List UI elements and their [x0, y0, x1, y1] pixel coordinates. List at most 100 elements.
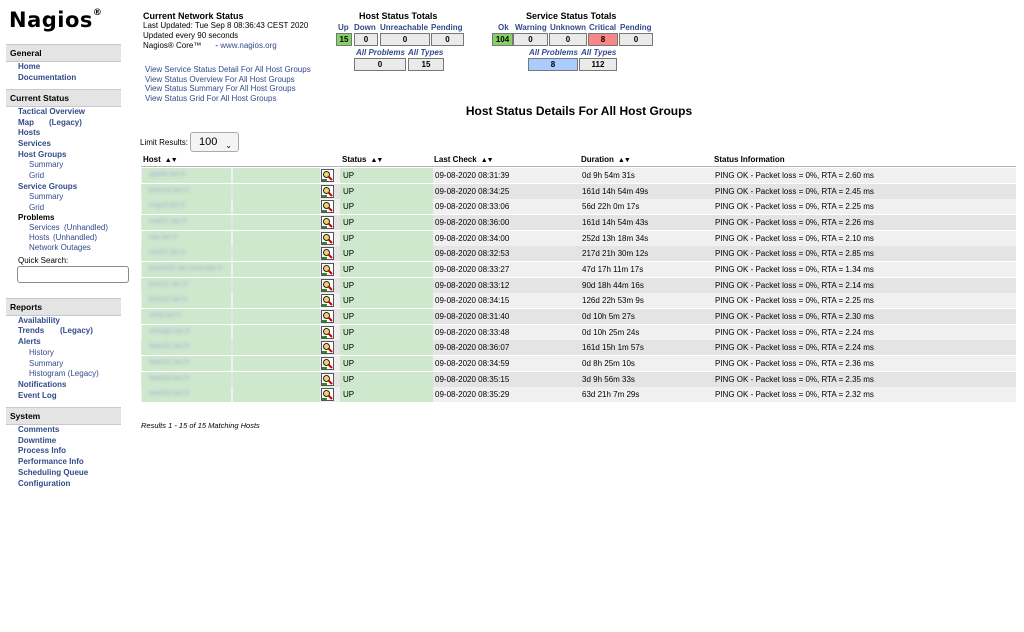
link-service-status-detail[interactable]: View Service Status Detail For All Host … — [145, 65, 311, 75]
view-service-details-icon[interactable] — [321, 184, 334, 198]
view-service-details-icon[interactable] — [321, 169, 334, 182]
host-name[interactable]: www04.lan.fr — [149, 390, 189, 397]
sort-arrows-icon[interactable]: ▲▼ — [618, 157, 631, 164]
svc-hdr-warning[interactable]: Warning — [515, 23, 547, 32]
nagios-org-link[interactable]: www.nagios.org — [220, 41, 276, 50]
host-cell[interactable]: printer01.lan.example.fr — [142, 262, 231, 278]
host-name[interactable]: cisgrd.lan.fr — [149, 202, 185, 209]
svc-hdr-unknown[interactable]: Unknown — [550, 23, 586, 32]
nav-service-groups-summary[interactable]: Summary — [29, 192, 63, 201]
nav-home[interactable]: Home — [18, 62, 40, 71]
view-service-details-icon[interactable] — [321, 357, 334, 371]
link-status-summary[interactable]: View Status Summary For All Host Groups — [145, 84, 311, 94]
host-count-all-types[interactable]: 15 — [408, 58, 444, 71]
nav-problems-hosts[interactable]: Hosts — [29, 233, 49, 242]
view-service-details-icon[interactable] — [321, 372, 334, 386]
host-cell[interactable]: www04.lan.fr — [142, 387, 231, 403]
host-name[interactable]: proxy2.lan.fr — [149, 296, 188, 303]
nav-hosts[interactable]: Hosts — [18, 128, 40, 137]
nav-downtime[interactable]: Downtime — [18, 436, 56, 445]
view-service-details-icon[interactable] — [321, 310, 334, 324]
host-cell[interactable]: cisgrd.lan.fr — [142, 199, 231, 215]
col-header-status[interactable]: Status ▲▼ — [342, 155, 383, 164]
nav-host-groups[interactable]: Host Groups — [18, 150, 66, 159]
view-service-details-icon[interactable] — [321, 325, 334, 339]
host-cell[interactable]: nas01.lan.fr — [142, 246, 231, 262]
view-service-details-icon[interactable] — [321, 341, 334, 355]
host-hdr-all-problems[interactable]: All Problems — [356, 48, 405, 57]
nav-notifications[interactable]: Notifications — [18, 380, 66, 389]
host-name[interactable]: www03.lan.fr — [149, 375, 189, 382]
nav-problems-services-unhandled[interactable]: (Unhandled) — [64, 223, 108, 232]
view-service-details-icon[interactable] — [321, 263, 334, 277]
host-hdr-down[interactable]: Down — [354, 23, 376, 32]
nav-process-info[interactable]: Process Info — [18, 446, 66, 455]
view-service-details-icon[interactable] — [321, 294, 334, 308]
view-service-details-icon[interactable] — [321, 216, 334, 229]
host-cell[interactable]: proxy2.lan.fr — [142, 293, 231, 309]
host-name[interactable]: mail01.lan.fr — [149, 218, 187, 225]
nav-documentation[interactable]: Documentation — [18, 73, 76, 82]
col-header-host[interactable]: Host ▲▼ — [143, 155, 178, 164]
nav-service-groups[interactable]: Service Groups — [18, 182, 77, 191]
nagios-logo[interactable]: Nagios® — [9, 8, 102, 32]
svc-count-pending[interactable]: 0 — [619, 33, 653, 46]
host-cell[interactable]: relay.lan.fr — [142, 309, 231, 325]
sort-arrows-icon[interactable]: ▲▼ — [481, 157, 494, 164]
host-cell[interactable]: mail01.lan.fr — [142, 215, 231, 230]
svc-hdr-all-problems[interactable]: All Problems — [529, 48, 578, 57]
quick-search-input[interactable] — [17, 266, 129, 283]
view-service-details-icon[interactable] — [321, 231, 334, 245]
svc-count-ok[interactable]: 104 — [492, 33, 513, 46]
host-cell[interactable]: storage.lan.fr — [142, 324, 231, 340]
nav-alerts-histogram[interactable]: Histogram (Legacy) — [29, 369, 99, 378]
nav-alerts[interactable]: Alerts — [18, 337, 41, 346]
host-cell[interactable]: apollo.lan.fr — [142, 168, 231, 183]
host-cell[interactable]: www02.lan.fr — [142, 356, 231, 372]
view-service-details-icon[interactable] — [321, 278, 334, 292]
sort-arrows-icon[interactable]: ▲▼ — [165, 157, 178, 164]
host-count-up[interactable]: 15 — [336, 33, 352, 46]
nav-trends[interactable]: Trends — [18, 326, 44, 335]
nav-comments[interactable]: Comments — [18, 425, 59, 434]
col-header-last-check[interactable]: Last Check ▲▼ — [434, 155, 494, 164]
nav-map-legacy[interactable]: (Legacy) — [49, 118, 82, 127]
view-service-details-icon[interactable] — [321, 388, 334, 402]
host-count-all-problems[interactable]: 0 — [354, 58, 406, 71]
host-name[interactable]: apollo.lan.fr — [149, 171, 185, 178]
host-name[interactable]: nas01.lan.fr — [149, 249, 186, 256]
nav-performance-info[interactable]: Performance Info — [18, 457, 84, 466]
host-hdr-all-types[interactable]: All Types — [408, 48, 443, 57]
svc-hdr-pending[interactable]: Pending — [620, 23, 652, 32]
host-name[interactable]: storage.lan.fr — [149, 328, 190, 335]
svc-count-all-types[interactable]: 112 — [579, 58, 617, 71]
host-name[interactable]: www01.lan.fr — [149, 343, 189, 350]
nav-trends-legacy[interactable]: (Legacy) — [60, 326, 93, 335]
nav-problems-services[interactable]: Services — [29, 223, 60, 232]
host-hdr-unreachable[interactable]: Unreachable — [380, 23, 428, 32]
svc-hdr-all-types[interactable]: All Types — [581, 48, 616, 57]
nav-scheduling-queue[interactable]: Scheduling Queue — [18, 468, 88, 477]
host-hdr-up[interactable]: Up — [338, 23, 349, 32]
sort-arrows-icon[interactable]: ▲▼ — [370, 157, 383, 164]
nav-network-outages[interactable]: Network Outages — [29, 243, 91, 252]
host-count-pending[interactable]: 0 — [431, 33, 464, 46]
view-service-details-icon[interactable] — [321, 247, 334, 261]
host-cell[interactable]: nas.lan.fr — [142, 230, 231, 246]
nav-configuration[interactable]: Configuration — [18, 479, 70, 488]
host-cell[interactable]: www03.lan.fr — [142, 371, 231, 387]
host-cell[interactable]: proxy1.lan.fr — [142, 277, 231, 293]
svc-count-critical[interactable]: 8 — [588, 33, 618, 46]
host-name[interactable]: backup.lan.fr — [149, 187, 189, 194]
host-name[interactable]: www02.lan.fr — [149, 359, 189, 366]
nav-alerts-summary[interactable]: Summary — [29, 359, 63, 368]
nav-host-groups-grid[interactable]: Grid — [29, 171, 44, 180]
host-hdr-pending[interactable]: Pending — [431, 23, 463, 32]
svc-hdr-ok[interactable]: Ok — [498, 23, 509, 32]
host-name[interactable]: printer01.lan.example.fr — [149, 265, 223, 272]
link-status-grid[interactable]: View Status Grid For All Host Groups — [145, 94, 311, 104]
limit-results-select[interactable]: 100 ⌄ — [190, 132, 239, 152]
nav-alerts-history[interactable]: History — [29, 348, 54, 357]
nav-host-groups-summary[interactable]: Summary — [29, 160, 63, 169]
svc-count-unknown[interactable]: 0 — [549, 33, 587, 46]
